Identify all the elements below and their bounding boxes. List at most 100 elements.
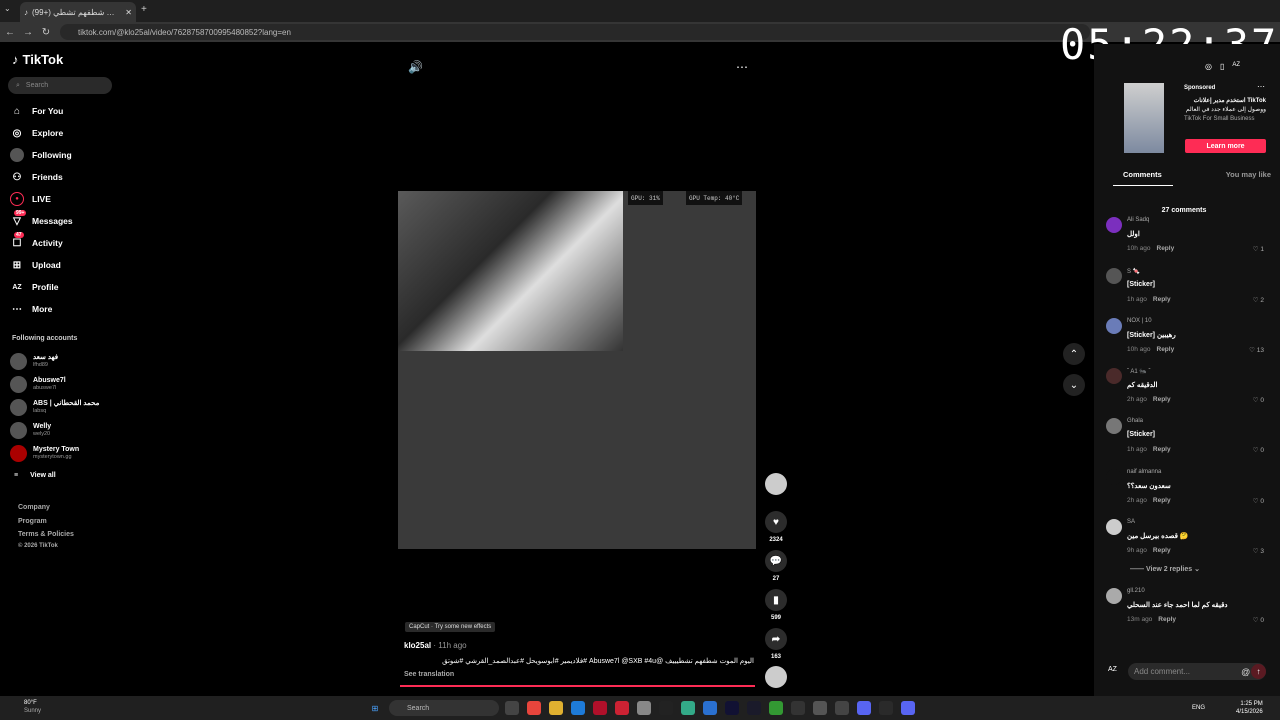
- account-item[interactable]: Welly wely20: [10, 419, 120, 441]
- close-tab-icon[interactable]: ✕: [125, 8, 132, 17]
- comment-like-button[interactable]: ♡ 0: [1253, 497, 1264, 505]
- music-disc-button[interactable]: [765, 666, 787, 692]
- nav-profile[interactable]: AZ Profile: [10, 278, 110, 296]
- next-video-button[interactable]: ⌄: [1063, 374, 1085, 396]
- app-icon[interactable]: [769, 701, 783, 715]
- app-icon[interactable]: [791, 701, 805, 715]
- tiktok-logo[interactable]: ♪ TikTok: [12, 52, 63, 67]
- footer-terms[interactable]: Terms & Policies: [18, 531, 74, 538]
- view-replies-button[interactable]: —— View 2 replies ⌄: [1130, 565, 1200, 573]
- comment-like-button[interactable]: ♡ 2: [1253, 296, 1264, 304]
- comment-user[interactable]: Ali Sadq: [1127, 217, 1149, 223]
- app-icon[interactable]: [835, 701, 849, 715]
- previous-video-button[interactable]: ⌃: [1063, 343, 1085, 365]
- comment-like-button[interactable]: ♡ 0: [1253, 396, 1264, 404]
- see-translation-link[interactable]: See translation: [404, 671, 454, 678]
- creator-avatar-button[interactable]: [765, 473, 787, 499]
- app-icon[interactable]: [681, 701, 695, 715]
- app-icon[interactable]: [703, 701, 717, 715]
- account-item[interactable]: فهد سعد lfhd89: [10, 350, 120, 372]
- reply-button[interactable]: Reply: [1158, 616, 1176, 623]
- avatar[interactable]: [1106, 588, 1122, 604]
- comment-user[interactable]: ˇ A1 🐜 ˇ: [1127, 368, 1150, 375]
- forward-button[interactable]: →: [20, 24, 36, 40]
- steam-icon[interactable]: [725, 701, 739, 715]
- comment-user[interactable]: NOX | 10: [1127, 318, 1152, 324]
- chrome-icon[interactable]: [527, 701, 541, 715]
- avatar[interactable]: [1106, 268, 1122, 284]
- phone-icon[interactable]: ▯: [1220, 62, 1224, 71]
- back-button[interactable]: ←: [2, 24, 18, 40]
- app-icon[interactable]: [659, 701, 673, 715]
- nav-for-you[interactable]: ⌂ For You: [10, 102, 110, 120]
- windows-start-icon[interactable]: ⊞: [368, 701, 382, 715]
- ad-more-icon[interactable]: ⋯: [1257, 82, 1265, 91]
- avatar[interactable]: [1106, 318, 1122, 334]
- comment-like-button[interactable]: ♡ 0: [1253, 446, 1264, 454]
- comment-user[interactable]: naif almanna: [1127, 469, 1161, 475]
- taskview-icon[interactable]: [505, 701, 519, 715]
- app-icon[interactable]: [593, 701, 607, 715]
- app-icon[interactable]: [637, 701, 651, 715]
- reply-button[interactable]: Reply: [1157, 245, 1175, 252]
- avatar[interactable]: [1106, 368, 1122, 384]
- app-icon[interactable]: [901, 701, 915, 715]
- taskbar-search[interactable]: Search: [389, 700, 499, 716]
- nav-messages[interactable]: ▽ 99+ Messages: [10, 210, 110, 230]
- video-author[interactable]: klo25al · 11h ago: [404, 641, 467, 650]
- avatar[interactable]: [1106, 469, 1122, 485]
- nav-activity[interactable]: ☐ 47 Activity: [10, 232, 110, 252]
- avatar[interactable]: [1106, 217, 1122, 233]
- file-explorer-icon[interactable]: [549, 701, 563, 715]
- comment-user[interactable]: Ghala: [1127, 418, 1143, 424]
- comment-like-button[interactable]: ♡ 1: [1253, 245, 1264, 253]
- reply-button[interactable]: Reply: [1153, 446, 1171, 453]
- reply-button[interactable]: Reply: [1157, 346, 1175, 353]
- new-tab-button[interactable]: +: [141, 4, 147, 15]
- comment-user[interactable]: gll.210: [1127, 588, 1145, 594]
- avatar[interactable]: [1106, 519, 1122, 535]
- discord-icon[interactable]: [857, 701, 871, 715]
- comment-user[interactable]: S 🍬: [1127, 268, 1140, 275]
- app-icon[interactable]: [615, 701, 629, 715]
- nav-explore[interactable]: ◎ Explore: [10, 124, 110, 142]
- account-item[interactable]: Abuswe7l abuswe7l: [10, 373, 120, 395]
- app-icon[interactable]: [747, 701, 761, 715]
- send-comment-button[interactable]: ↑: [1251, 664, 1266, 679]
- nav-upload[interactable]: ⊞ Upload: [10, 256, 110, 274]
- comment-like-button[interactable]: ♡ 0: [1253, 616, 1264, 624]
- effect-tag[interactable]: CapCut · Try some new effects: [405, 622, 496, 632]
- weather-widget[interactable]: 80°F Sunny: [8, 699, 41, 715]
- search-input[interactable]: ⌕ Search: [8, 77, 112, 94]
- ad-thumbnail[interactable]: [1124, 83, 1164, 153]
- video-player[interactable]: GPU: 31% GPU Temp: 40°C: [398, 191, 756, 549]
- reload-button[interactable]: ↻: [38, 24, 54, 40]
- comment-user[interactable]: SA: [1127, 519, 1135, 525]
- add-comment-input[interactable]: Add comment... @ ☺: [1128, 663, 1266, 680]
- volume-icon[interactable]: 🔊: [408, 60, 423, 74]
- avatar[interactable]: [1106, 418, 1122, 434]
- reply-button[interactable]: Reply: [1153, 497, 1171, 504]
- comment-button[interactable]: 💬 27: [765, 550, 787, 582]
- footer-program[interactable]: Program: [18, 518, 47, 525]
- share-button[interactable]: ➦ 163: [765, 628, 787, 660]
- like-button[interactable]: ♥ 2324: [765, 511, 787, 543]
- system-clock[interactable]: 1:25 PM 4/15/2026: [1236, 700, 1263, 716]
- app-icon[interactable]: [813, 701, 827, 715]
- url-input[interactable]: tiktok.com/@klo25al/video/76287587009954…: [60, 24, 1090, 40]
- profile-icon[interactable]: AZ: [1232, 62, 1240, 71]
- nav-more[interactable]: ⋯ More: [10, 300, 110, 318]
- save-button[interactable]: ▮ 599: [765, 589, 787, 621]
- terminal-icon[interactable]: [879, 701, 893, 715]
- comment-like-button[interactable]: ♡ 13: [1249, 346, 1264, 354]
- language-indicator[interactable]: ENG: [1192, 705, 1205, 711]
- account-item[interactable]: Mystery Town mysterytown.gg: [10, 442, 120, 464]
- video-progress-bar[interactable]: [400, 685, 755, 687]
- footer-company[interactable]: Company: [18, 504, 50, 511]
- reply-button[interactable]: Reply: [1153, 296, 1171, 303]
- reply-button[interactable]: Reply: [1153, 547, 1171, 554]
- nav-live[interactable]: ● LIVE: [10, 190, 110, 208]
- edge-icon[interactable]: [571, 701, 585, 715]
- reply-button[interactable]: Reply: [1153, 396, 1171, 403]
- nav-friends[interactable]: ⚇ Friends: [10, 168, 110, 186]
